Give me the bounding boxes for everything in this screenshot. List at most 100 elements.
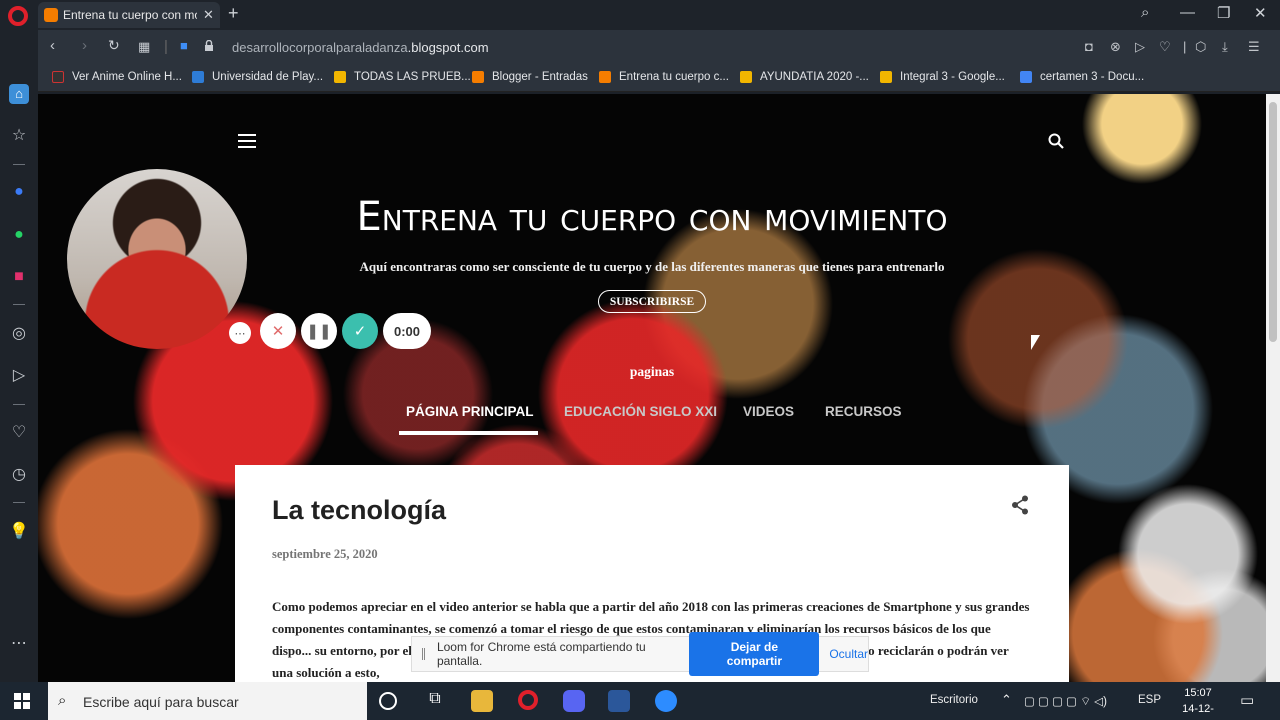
whatsapp-icon[interactable]: ● [9,225,29,245]
heart-icon[interactable]: ♡ [1159,39,1171,55]
opera-logo-icon[interactable] [8,6,28,26]
post-title[interactable]: La tecnología [272,495,446,526]
url-suffix: .blogspot.com [407,40,489,55]
lightbulb-icon[interactable]: 💡 [9,522,29,542]
loom-finish-button[interactable]: ✓ [342,313,378,349]
drag-handle-icon[interactable] [422,648,425,660]
browser-tab-bar: Entrena tu cuerpo con mov ✕ + ⌕ — ❐ ✕ [0,0,1280,30]
drive-icon [334,71,346,83]
bookmark-item[interactable]: Entrena tu cuerpo c... [599,71,729,83]
desktop-toolbar-label[interactable]: Escritorio [930,694,978,706]
browser-tab[interactable]: Entrena tu cuerpo con mov ✕ [38,2,220,28]
divider: | [164,38,168,55]
search-icon[interactable] [1048,133,1064,149]
tab-educacion-siglo-xxi[interactable]: EDUCACIÓN SIGLO XXI [564,404,717,419]
taskbar-search-placeholder: Escribe aquí para buscar [83,694,239,710]
subscribe-button[interactable]: SUBSCRIBIRSE [598,290,706,313]
search-tabs-icon[interactable]: ⌕ [1141,4,1149,21]
blog-page: Entrena tu cuerpo con movimiento Aquí en… [38,94,1266,682]
task-view-icon[interactable]: ⧉ [424,690,446,712]
screen-share-bar: Loom for Chrome está compartiendo tu pan… [411,632,869,676]
scrollbar-thumb[interactable] [1269,102,1277,342]
forward-icon[interactable]: › [82,37,87,54]
taskbar-clock[interactable]: 15:07 14-12-2020 [1170,685,1226,720]
bookmark-favicon-icon [52,71,64,83]
history-icon[interactable]: ◷ [9,465,29,485]
language-indicator[interactable]: ESP [1138,694,1161,706]
heart-icon[interactable]: ♡ [9,423,29,443]
word-icon[interactable] [608,690,630,712]
active-tab-indicator [399,431,538,435]
address-bar: ‹ › ↻ ▦ | ■ desarrollocorporalparaladanz… [38,30,1280,64]
mouse-cursor-icon [1031,335,1040,350]
hamburger-menu-icon[interactable] [238,134,256,148]
close-tab-icon[interactable]: ✕ [203,7,214,23]
divider [13,304,25,305]
video-camera-icon[interactable]: ■ [180,38,188,53]
bookmark-item[interactable]: Integral 3 - Google... [880,71,1005,83]
windows-taskbar: ⌕ Escribe aquí para buscar ⧉ Escritorio … [0,682,1280,720]
cortana-icon[interactable] [379,692,397,710]
divider [13,502,25,503]
home-icon[interactable]: ⌂ [9,84,29,104]
bookmark-item[interactable]: Universidad de Play... [192,71,323,83]
tray-chevron-icon[interactable]: ⌃ [1001,692,1012,708]
opera-taskbar-icon[interactable] [518,690,538,710]
download-icon[interactable]: ⤓ [1222,39,1228,55]
stop-sharing-button[interactable]: Dejar de compartir [689,632,820,676]
send-icon[interactable]: ▷ [9,366,29,386]
camera-icon[interactable]: ◘ [1085,39,1093,54]
bookmark-item[interactable]: AYUNDATIA 2020 -... [740,71,869,83]
hide-share-bar-link[interactable]: Ocultar [829,647,868,661]
send-icon[interactable]: ▷ [1135,39,1145,55]
new-tab-icon[interactable]: + [228,3,239,24]
loom-pause-button[interactable]: ❚❚ [301,313,337,349]
tabs-grid-icon[interactable]: ▦ [138,39,150,55]
player-icon[interactable]: ◎ [9,324,29,344]
loom-webcam-bubble[interactable] [67,169,247,349]
bookmark-item[interactable]: TODAS LAS PRUEB... [334,71,471,83]
loom-more-button[interactable]: ⋯ [229,322,251,344]
url-field[interactable]: desarrollocorporalparaladanza.blogspot.c… [232,40,489,55]
tab-recursos[interactable]: RECURSOS [825,404,902,419]
star-icon[interactable]: ☆ [9,126,29,146]
blogger-icon [599,71,611,83]
tab-pagina-principal[interactable]: PÁGINA PRINCIPAL [406,404,534,419]
minimize-icon[interactable]: — [1180,4,1195,21]
loom-timer: 0:00 [383,313,431,349]
divider: | [1183,39,1187,54]
discord-icon[interactable] [563,690,585,712]
windows-start-icon[interactable] [14,693,30,709]
zoom-icon[interactable] [655,690,677,712]
tab-title: Entrena tu cuerpo con mov [63,8,197,22]
pages-heading: paginas [629,364,675,379]
messenger-icon[interactable]: ● [9,182,29,202]
tab-videos[interactable]: VIDEOS [743,404,794,419]
close-window-icon[interactable]: ✕ [1254,4,1267,22]
bookmark-item[interactable]: Blogger - Entradas [472,71,588,83]
lock-icon [205,40,213,51]
share-icon[interactable] [1011,495,1029,515]
bookmark-item[interactable]: Ver Anime Online H... [52,71,182,83]
extension-icon[interactable]: ⬡ [1195,39,1206,55]
blogger-favicon-icon [44,8,58,22]
loom-cancel-button[interactable]: ✕ [260,313,296,349]
clock-time: 15:07 [1184,687,1212,699]
page-scrollbar[interactable] [1266,94,1280,682]
easy-setup-icon[interactable]: ☰ [1248,39,1260,55]
reload-icon[interactable]: ↻ [108,37,120,54]
search-icon: ⌕ [58,692,67,709]
file-explorer-icon[interactable] [471,690,493,712]
instagram-icon[interactable]: ■ [9,267,29,287]
restore-icon[interactable]: ❐ [1217,4,1230,22]
more-icon[interactable]: ⋯ [9,634,29,654]
post-date[interactable]: septiembre 25, 2020 [272,547,378,562]
tray-icons[interactable]: ▢ ▢ ▢ ▢ ⌔ ◁) [1024,694,1107,709]
block-icon[interactable]: ⊗ [1110,39,1121,55]
taskbar-search-box[interactable]: ⌕ Escribe aquí para buscar [48,682,367,720]
divider [13,164,25,165]
clock-date: 14-12-2020 [1182,703,1214,720]
notifications-icon[interactable]: ▭ [1240,691,1254,709]
bookmark-item[interactable]: certamen 3 - Docu... [1020,71,1144,83]
back-icon[interactable]: ‹ [50,37,55,54]
